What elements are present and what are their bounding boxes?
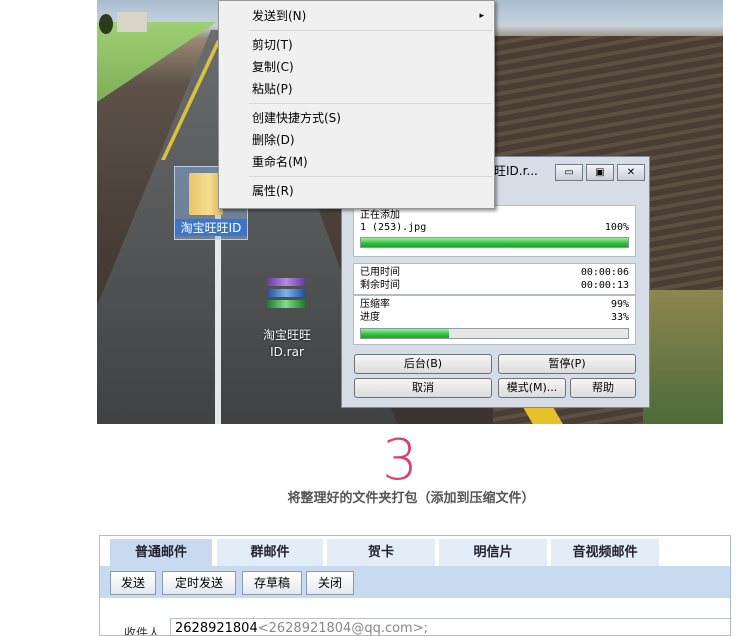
scheduled-send-button[interactable]: 定时发送 — [162, 571, 236, 595]
winrar-archive-icon[interactable] — [267, 278, 305, 312]
close-button[interactable]: ✕ — [617, 164, 645, 181]
cancel-button[interactable]: 取消 — [354, 378, 492, 398]
step-caption: 将整理好的文件夹打包（添加到压缩文件） — [287, 491, 535, 506]
file-percent: 100% — [604, 222, 629, 233]
context-menu: 发送到(N) ▸ 剪切(T) 复制(C) 粘贴(P) 创建快捷方式(S) 删除(… — [218, 0, 495, 209]
mail-compose-panel: 普通邮件 群邮件 贺卡 明信片 音视频邮件 发送 定时发送 存草稿 关闭 收件人… — [99, 535, 731, 636]
menu-separator — [249, 103, 492, 104]
barn — [117, 12, 147, 32]
mail-toolbar: 发送 定时发送 存草稿 关闭 — [100, 566, 730, 598]
elapsed-value: 00:00:06 — [580, 267, 629, 278]
menu-item-cut[interactable]: 剪切(T) — [219, 34, 494, 56]
save-draft-button[interactable]: 存草稿 — [242, 571, 302, 595]
rar-file-label[interactable]: 淘宝旺旺 ID.rar — [252, 327, 322, 361]
progress-label: 进度 — [360, 312, 380, 323]
maximize-button[interactable]: ▣ — [586, 164, 614, 181]
rar-label-line2: ID.rar — [270, 345, 304, 359]
remaining-value: 00:00:13 — [580, 280, 629, 291]
remaining-label: 剩余时间 — [360, 280, 400, 291]
tab-video-mail[interactable]: 音视频邮件 — [551, 539, 659, 566]
overall-progress-bar — [360, 328, 629, 339]
tab-postcard[interactable]: 明信片 — [439, 539, 547, 566]
current-file-panel: 正在添加 1 (253).jpg 100% — [353, 205, 636, 257]
menu-item-label: 发送到(N) — [252, 9, 307, 23]
elapsed-label: 已用时间 — [360, 267, 400, 278]
ratio-label: 压缩率 — [360, 299, 390, 310]
mail-tabs: 普通邮件 群邮件 贺卡 明信片 音视频邮件 — [100, 536, 730, 566]
menu-item-send-to[interactable]: 发送到(N) ▸ — [219, 5, 494, 27]
time-panel: 已用时间 00:00:06 剩余时间 00:00:13 — [353, 263, 636, 295]
current-file-name: 1 (253).jpg — [360, 222, 427, 233]
help-button[interactable]: 帮助 — [570, 378, 636, 398]
menu-item-properties[interactable]: 属性(R) — [219, 180, 494, 202]
ratio-value: 99% — [610, 299, 629, 310]
step-number: 3 — [382, 428, 418, 493]
menu-item-paste[interactable]: 粘贴(P) — [219, 78, 494, 100]
ratio-panel: 压缩率 99% 进度 33% — [353, 295, 636, 345]
rar-label-line1: 淘宝旺旺 — [262, 328, 311, 342]
menu-item-delete[interactable]: 删除(D) — [219, 129, 494, 151]
minimize-button[interactable]: ▭ — [555, 164, 583, 181]
menu-separator — [249, 30, 492, 31]
menu-item-rename[interactable]: 重命名(M) — [219, 151, 494, 173]
desktop-screenshot: 淘宝旺旺ID 淘宝旺旺 ID.rar 旺旺ID.r... ▭ ▣ ✕ 正在添加 1 … — [97, 0, 723, 424]
roadside-grass — [643, 290, 723, 424]
background-button[interactable]: 后台(B) — [354, 354, 492, 374]
folder-label: 淘宝旺旺ID — [175, 219, 247, 236]
menu-item-copy[interactable]: 复制(C) — [219, 56, 494, 78]
close-mail-button[interactable]: 关闭 — [306, 571, 354, 595]
tab-greeting-card[interactable]: 贺卡 — [327, 539, 435, 566]
tab-group-mail[interactable]: 群邮件 — [217, 539, 323, 566]
menu-separator — [249, 176, 492, 177]
mode-button[interactable]: 模式(M)... — [498, 378, 566, 398]
recipient-label: 收件人 — [124, 626, 161, 636]
tree — [99, 14, 113, 34]
file-progress-bar — [360, 237, 629, 248]
progress-value: 33% — [610, 312, 629, 323]
submenu-arrow-icon: ▸ — [479, 11, 484, 21]
menu-item-create-shortcut[interactable]: 创建快捷方式(S) — [219, 107, 494, 129]
recipient-input[interactable]: 2628921804<2628921804@qq.com>; — [170, 618, 730, 635]
send-button[interactable]: 发送 — [110, 571, 156, 595]
overall-progress-fill — [361, 329, 450, 338]
tab-normal-mail[interactable]: 普通邮件 — [110, 539, 212, 566]
file-progress-fill — [361, 238, 628, 247]
pause-button[interactable]: 暂停(P) — [498, 354, 636, 374]
